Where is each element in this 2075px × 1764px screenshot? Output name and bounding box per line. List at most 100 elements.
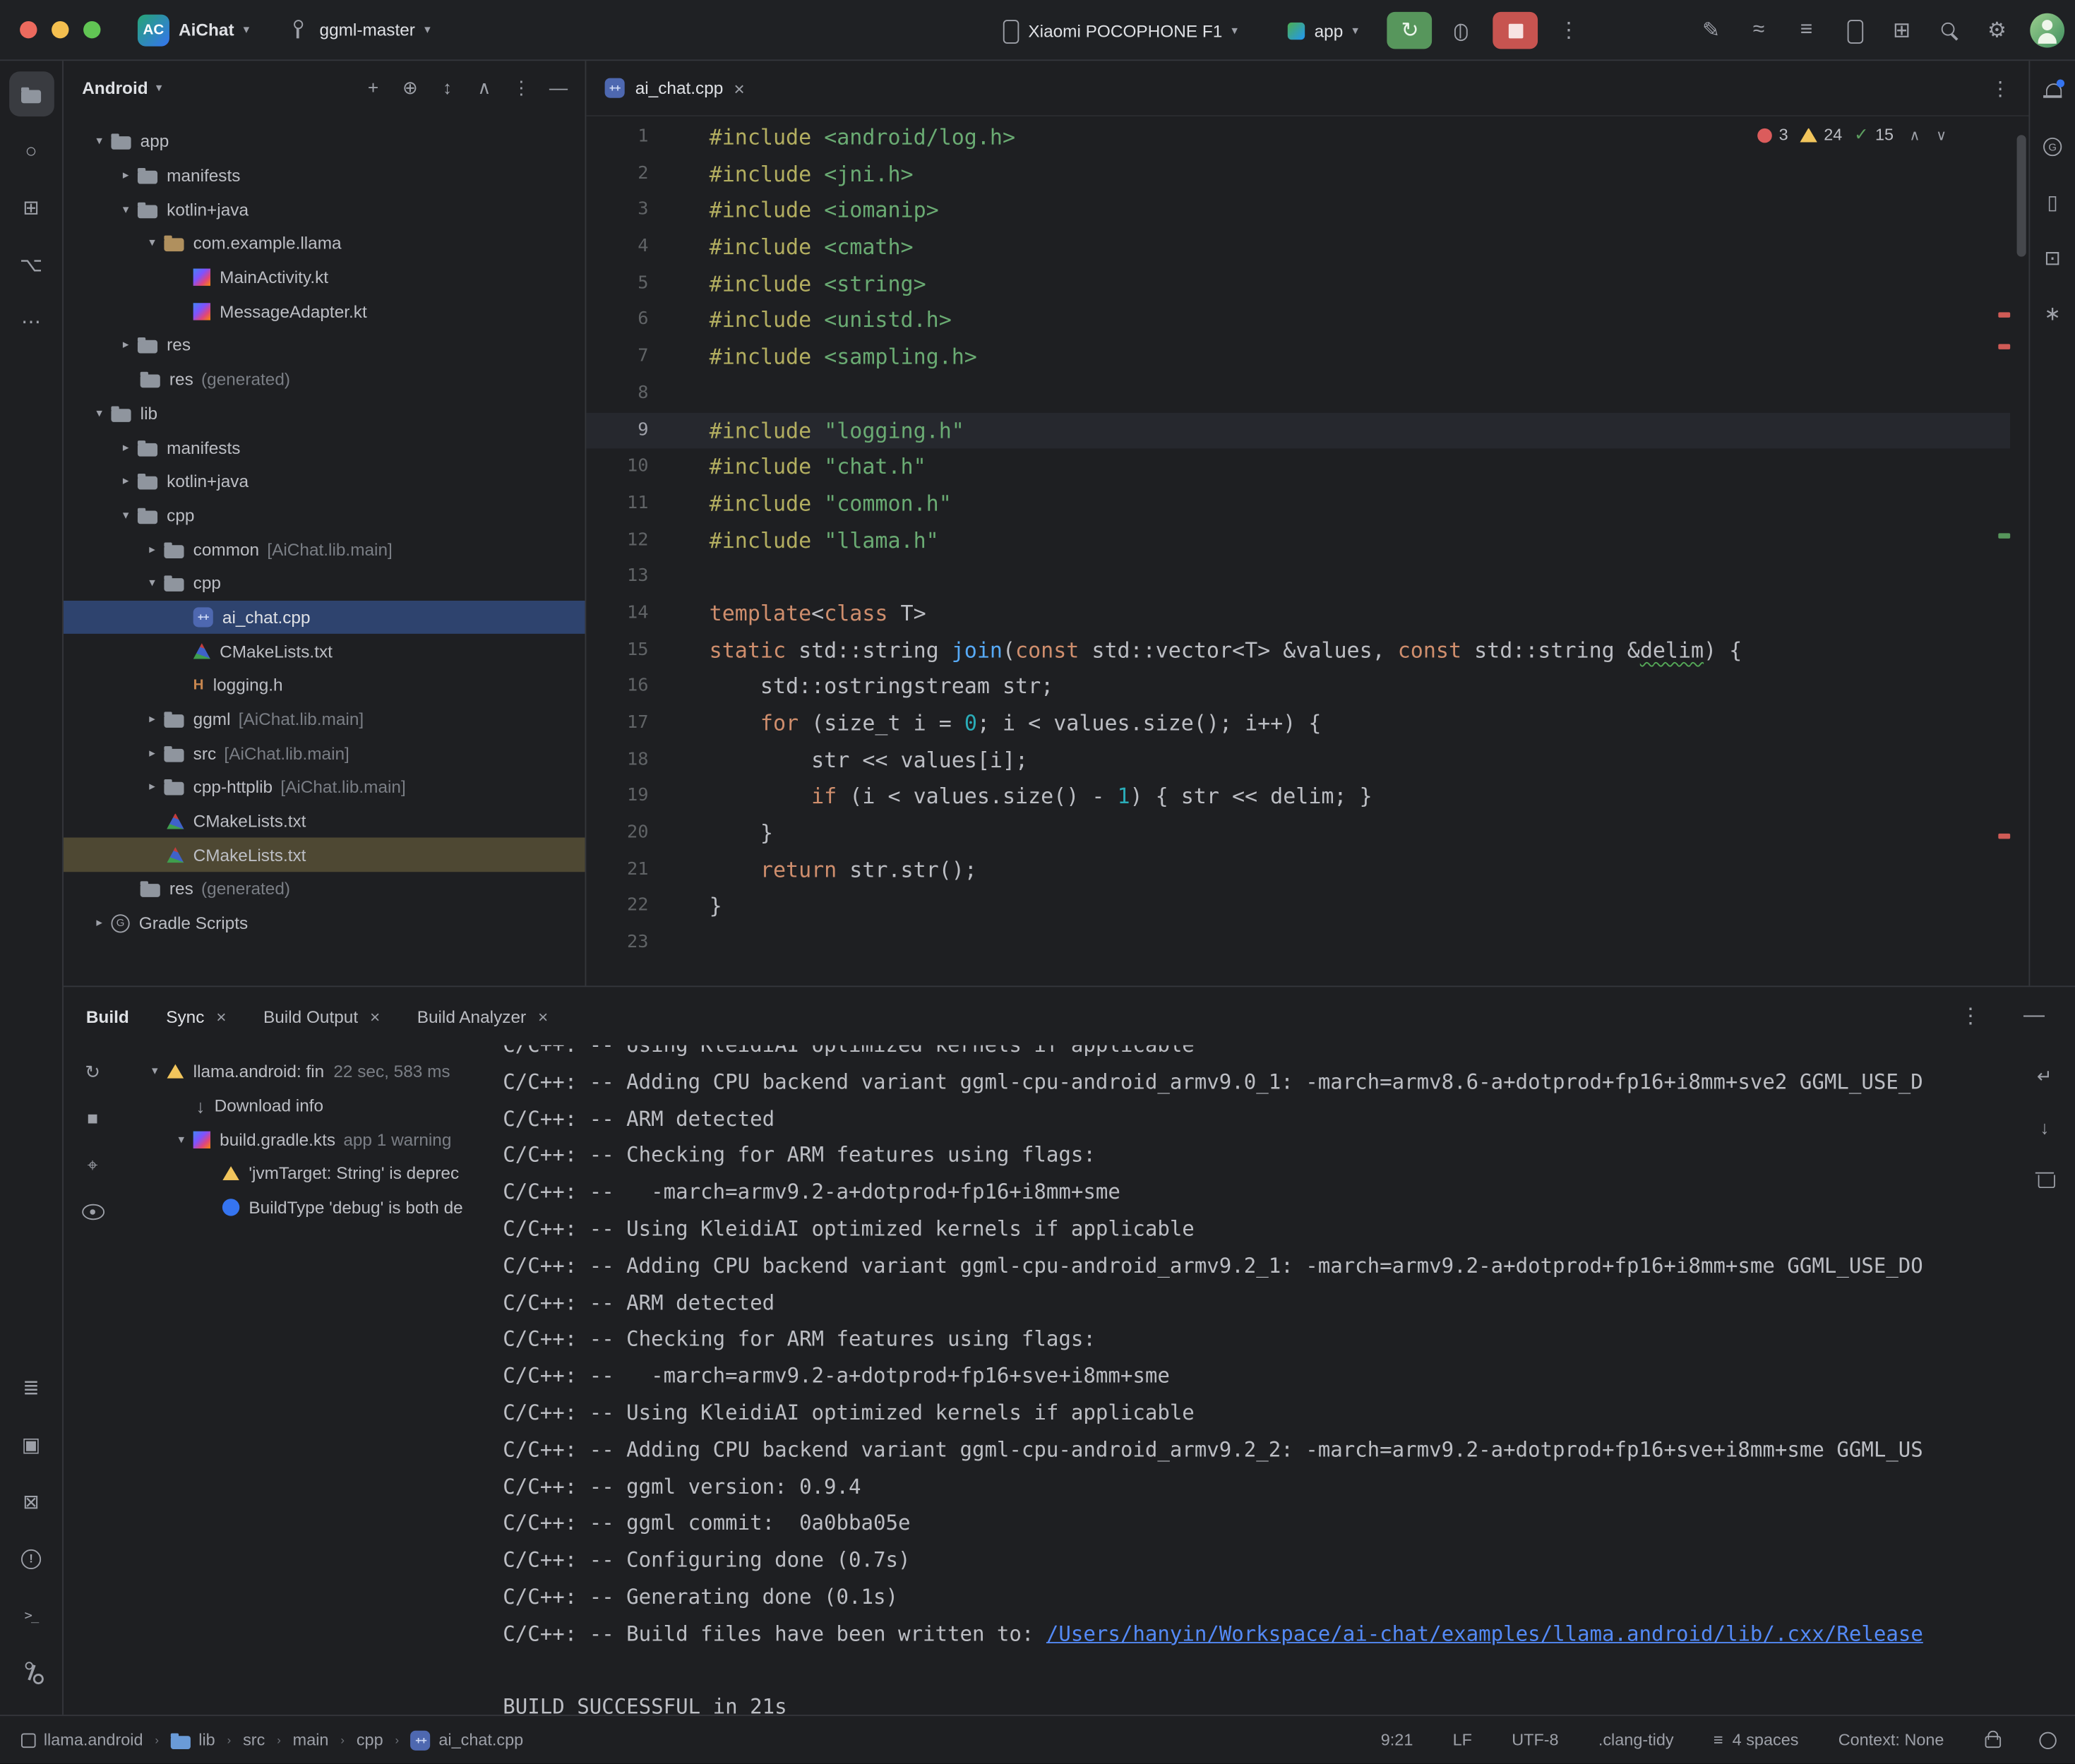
tree-item-lib[interactable]: ▾lib (64, 396, 585, 430)
build-tab-build-output[interactable]: Build Output× (263, 1006, 380, 1026)
tree-item-common[interactable]: ▸common[AiChat.lib.main] (64, 532, 585, 566)
search-button[interactable] (1930, 11, 1969, 50)
user-avatar[interactable] (2030, 13, 2064, 48)
running-devices-button[interactable]: ≡ (1786, 11, 1826, 50)
logcat-tool-button[interactable]: ≣ (8, 1365, 54, 1410)
tree-item-kotlin-java[interactable]: ▸kotlin+java (64, 464, 585, 498)
chevron-right-icon[interactable]: ▸ (140, 542, 165, 557)
version-control-tool-button[interactable] (8, 1650, 54, 1695)
tree-item-manifests[interactable]: ▸manifests (64, 158, 585, 192)
device-selector[interactable]: Xiaomi POCOPHONE F1 ▾ (990, 9, 1248, 52)
project-tool-button[interactable] (8, 71, 54, 116)
chevron-right-icon[interactable]: ▸ (140, 746, 165, 761)
gradle-tool-button[interactable]: G (2033, 127, 2072, 167)
structure-tool-button[interactable]: ⊞ (8, 185, 54, 230)
chevron-down-icon[interactable]: ▾ (169, 1132, 193, 1147)
passed-count[interactable]: ✓ 15 (1854, 124, 1894, 145)
code-line[interactable]: 20 } (586, 815, 2010, 852)
status-utf-8[interactable]: UTF-8 (1512, 1731, 1558, 1749)
stop-build-button[interactable]: ■ (74, 1100, 111, 1136)
close-tab-icon[interactable]: × (538, 1006, 548, 1026)
error-stripe-mark[interactable] (1998, 312, 2010, 317)
build-console[interactable]: C/C++: -- Using KleidiAI optimized kerne… (503, 1045, 2001, 1715)
status-lf[interactable]: LF (1453, 1731, 1472, 1749)
tree-item-kotlin-java[interactable]: ▾kotlin+java (64, 192, 585, 226)
code-line[interactable]: 8 (586, 376, 2010, 412)
code-line[interactable]: 3#include <iomanip> (586, 192, 2010, 229)
tree-item-buildtype-debug-is-both-de[interactable]: BuildType 'debug' is both de (119, 1190, 503, 1224)
tree-item-ggml[interactable]: ▸ggml[AiChat.lib.main] (64, 702, 585, 736)
tree-item-llama-android-fin[interactable]: ▾llama.android: fin22 sec, 583 ms (119, 1055, 503, 1088)
chevron-down-icon[interactable]: ▾ (114, 202, 138, 217)
close-tab-icon[interactable]: × (370, 1006, 380, 1026)
code-line[interactable]: 11#include "common.h" (586, 486, 2010, 522)
project-selector[interactable]: AC AiChat ▾ (127, 8, 260, 51)
assistant-tool-button[interactable]: ∗ (2033, 294, 2072, 333)
chevron-down-icon[interactable]: ▾ (143, 1064, 167, 1079)
tree-item-mainactivity-kt[interactable]: MainActivity.kt (64, 260, 585, 294)
breadcrumb-item-cpp[interactable]: cpp (357, 1731, 383, 1749)
sync-button[interactable]: ↻ (74, 1053, 111, 1090)
chevron-down-icon[interactable]: ▾ (140, 236, 165, 251)
status-9-21[interactable]: 9:21 (1381, 1731, 1413, 1749)
more-horizontal-tool-button[interactable]: ⋯ (8, 299, 54, 344)
run-configuration-selector[interactable]: app ▾ (1277, 9, 1369, 52)
hide-build-panel-button[interactable]: — (2014, 996, 2054, 1036)
project-view-selector[interactable]: Android (82, 78, 148, 97)
close-tab-icon[interactable]: × (216, 1006, 226, 1026)
code-line[interactable]: 9#include "logging.h" (586, 412, 2010, 449)
more-run-actions-button[interactable]: ⋮ (1549, 11, 1589, 50)
status-status-circle[interactable] (2039, 1732, 2056, 1748)
code-line[interactable]: 5#include <string> (586, 265, 2010, 302)
chevron-down-icon[interactable]: ▾ (88, 134, 112, 149)
stop-button[interactable] (1493, 12, 1538, 49)
breadcrumb-item-ai-chat-cpp[interactable]: ++ai_chat.cpp (411, 1730, 523, 1750)
clear-button[interactable] (2028, 1162, 2062, 1196)
more-button[interactable]: ⋮ (503, 68, 539, 105)
chevron-down-icon[interactable]: ▾ (140, 576, 165, 591)
add-button[interactable]: + (354, 68, 391, 105)
packages-tool-button[interactable]: ▣ (8, 1422, 54, 1468)
notifications-tool-button[interactable] (2033, 71, 2072, 111)
tree-item-manifests[interactable]: ▸manifests (64, 431, 585, 464)
chevron-right-icon[interactable]: ▸ (114, 440, 138, 455)
pull-requests-tool-button[interactable]: ⌥ (8, 242, 54, 287)
code-line[interactable]: 21 return str.str(); (586, 852, 2010, 889)
console-link[interactable]: /Users/hanyin/Workspace/ai-chat/examples… (1046, 1622, 1923, 1646)
code-line[interactable]: 4#include <cmath> (586, 229, 2010, 265)
editor-options-button[interactable]: ⋮ (1990, 76, 2010, 100)
more-tools-button[interactable]: ⊞ (1882, 11, 1921, 50)
code-line[interactable]: 2#include <jni.h> (586, 156, 2010, 193)
tree-item-gradle-scripts[interactable]: ▸GGradle Scripts (64, 906, 585, 940)
close-window-button[interactable] (20, 21, 37, 38)
status-4-spaces[interactable]: ≡4 spaces (1714, 1731, 1799, 1749)
preview-button[interactable] (74, 1192, 111, 1229)
code-line[interactable]: 14template<class T> (586, 595, 2010, 632)
status-context-none[interactable]: Context: None (1838, 1731, 1944, 1749)
tree-item-cpp[interactable]: ▾cpp (64, 498, 585, 532)
tree-item-logging-h[interactable]: Hlogging.h (64, 668, 585, 702)
rerun-button[interactable]: ↻ (1387, 12, 1433, 49)
inspections-widget[interactable]: 3 24 ✓ 15 ∧ ∨ (1758, 124, 1947, 145)
build-tab-sync[interactable]: Sync× (166, 1006, 226, 1026)
chevron-right-icon[interactable]: ▸ (140, 780, 165, 795)
tree-item-cmakelists-txt[interactable]: CMakeLists.txt (64, 804, 585, 838)
code-line[interactable]: 23 (586, 925, 2010, 961)
breadcrumb-item-src[interactable]: src (243, 1731, 265, 1749)
error-stripe-mark[interactable] (1998, 834, 2010, 839)
build-tool-tool-button[interactable]: ⊠ (8, 1480, 54, 1525)
next-problem-icon[interactable]: ∨ (1936, 126, 1947, 143)
ai-assistant-button[interactable]: ✎ (1691, 11, 1730, 50)
error-count[interactable]: 3 (1758, 126, 1788, 144)
chevron-down-icon[interactable]: ▾ (114, 508, 138, 523)
debug-button[interactable] (1440, 11, 1480, 50)
build-tab-build-analyzer[interactable]: Build Analyzer× (417, 1006, 549, 1026)
tree-item-cpp-httplib[interactable]: ▸cpp-httplib[AiChat.lib.main] (64, 770, 585, 804)
tree-item-res[interactable]: res(generated) (64, 362, 585, 396)
minimize-window-button[interactable] (52, 21, 68, 38)
build-options-button[interactable]: ⋮ (1951, 996, 1990, 1036)
commit-tool-button[interactable]: ○ (8, 128, 54, 174)
code-line[interactable]: 16 std::ostringstream str; (586, 668, 2010, 705)
zoom-window-button[interactable] (83, 21, 100, 38)
code-line[interactable]: 19 if (i < values.size() - 1) { str << d… (586, 779, 2010, 815)
